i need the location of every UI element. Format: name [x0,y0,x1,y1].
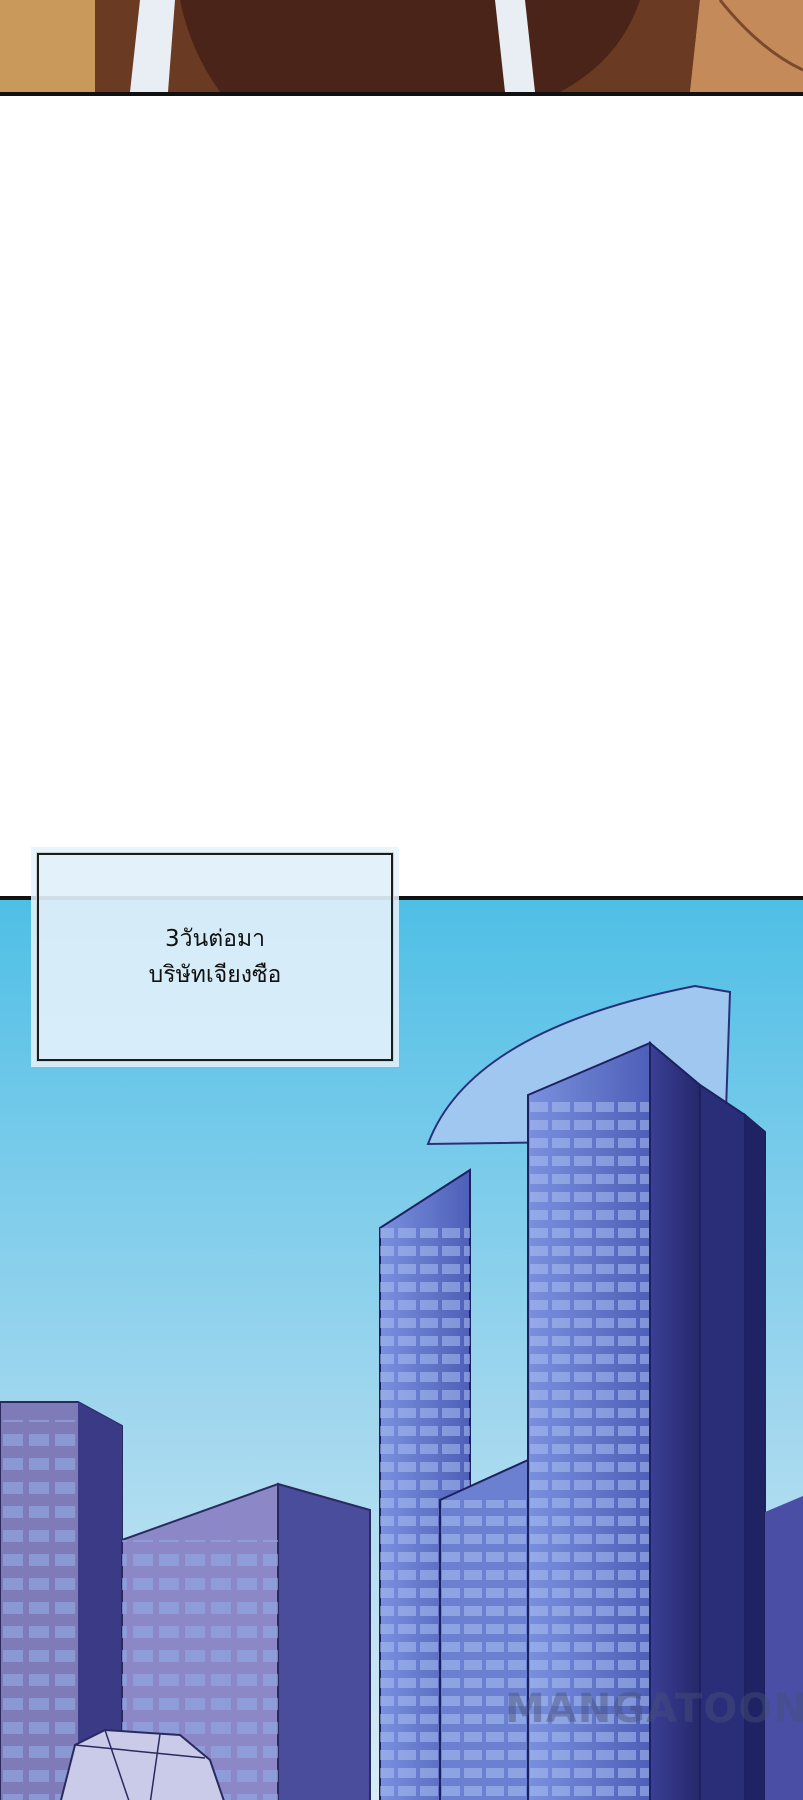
previous-panel-crop [0,0,803,96]
mangatoon-watermark: MANGATOON [505,1686,803,1732]
narration-caption-box: 3วันต่อมา บริษัทเจียงซือ [31,847,399,1067]
character-torso-illustration [0,0,803,92]
caption-location-text: บริษัทเจียงซือ [148,962,282,988]
caption-time-text: 3วันต่อมา [164,926,266,952]
panel-gutter [0,96,803,896]
comic-page: 3วันต่อมา บริษัทเจียงซือ MANGATOON [0,0,803,1800]
